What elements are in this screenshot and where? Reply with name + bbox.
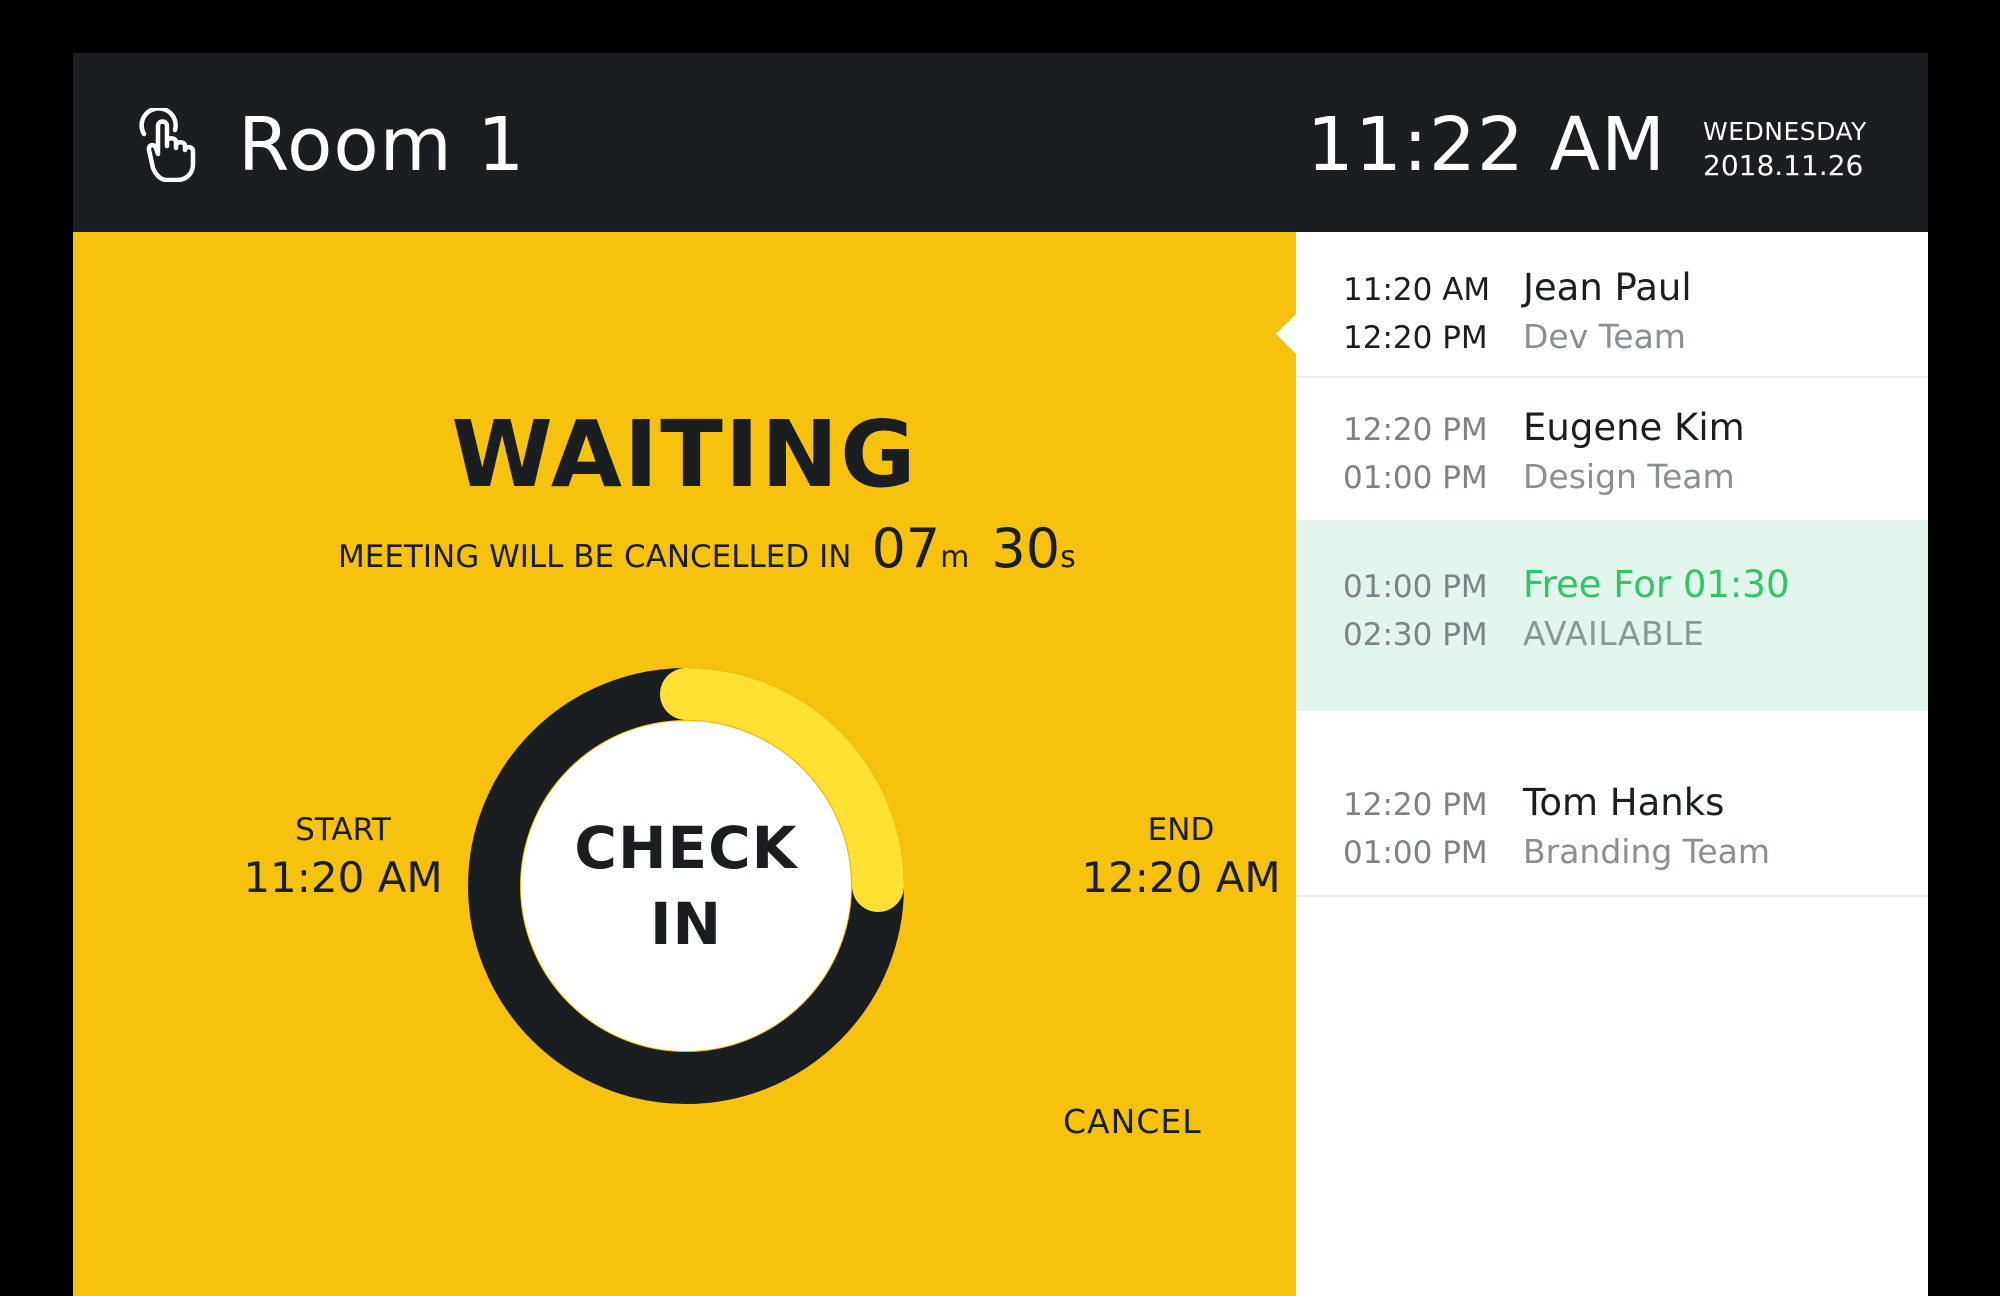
slot-free-duration: Free For 01:30 xyxy=(1523,563,1790,606)
slot-organizer: Tom Hanks xyxy=(1523,781,1725,824)
slot-end-time: 01:00 PM xyxy=(1343,835,1488,871)
room-title: Room 1 xyxy=(238,102,526,188)
cancel-button[interactable]: CANCEL xyxy=(1063,1102,1202,1142)
countdown-minutes: 07 xyxy=(871,517,941,580)
current-weekday: WEDNESDAY xyxy=(1703,117,1867,146)
end-time: 12:20 AM xyxy=(1081,853,1281,902)
schedule-item-eugene-kim[interactable]: 12:20 PM 01:00 PM Eugene Kim Design Team xyxy=(1296,378,1928,522)
countdown-minutes-unit: m xyxy=(940,540,970,575)
start-time: 11:20 AM xyxy=(243,853,443,902)
cancel-countdown: MEETING WILL BE CANCELLED IN 07m 30s xyxy=(338,517,1076,580)
touch-hand-icon xyxy=(139,108,196,182)
countdown-label: MEETING WILL BE CANCELLED IN xyxy=(338,539,852,575)
slot-start-time: 12:20 PM xyxy=(1343,787,1488,823)
schedule-list: 11:20 AM 12:20 PM Jean Paul Dev Team 12:… xyxy=(1296,232,1928,1296)
start-label: START xyxy=(295,812,391,848)
slot-team: Design Team xyxy=(1523,457,1735,496)
slot-end-time: 01:00 PM xyxy=(1343,460,1488,496)
countdown-seconds: 30 xyxy=(991,517,1061,580)
check-in-label: CHECK IN xyxy=(574,814,798,958)
slot-end-time: 02:30 PM xyxy=(1343,617,1488,653)
slot-organizer: Eugene Kim xyxy=(1523,406,1745,449)
status-title: WAITING xyxy=(451,401,918,508)
slot-start-time: 11:20 AM xyxy=(1343,272,1491,308)
slot-end-time: 12:20 PM xyxy=(1343,320,1488,356)
current-slot-pointer xyxy=(1276,312,1298,356)
slot-organizer: Jean Paul xyxy=(1523,266,1692,309)
schedule-item-jean-paul[interactable]: 11:20 AM 12:20 PM Jean Paul Dev Team xyxy=(1296,232,1928,378)
slot-available-label: AVAILABLE xyxy=(1523,614,1705,653)
current-time: 11:22 AM xyxy=(1306,102,1666,188)
end-label: END xyxy=(1147,812,1215,848)
check-in-button[interactable]: CHECK IN xyxy=(521,721,851,1051)
schedule-item-tom-hanks[interactable]: 12:20 PM 01:00 PM Tom Hanks Branding Tea… xyxy=(1296,711,1928,897)
slot-team: Dev Team xyxy=(1523,317,1686,356)
room-display-screen: Room 1 11:22 AM WEDNESDAY 2018.11.26 WAI… xyxy=(73,53,1928,1296)
schedule-item-available[interactable]: 01:00 PM 02:30 PM Free For 01:30 AVAILAB… xyxy=(1296,522,1928,711)
slot-start-time: 01:00 PM xyxy=(1343,569,1488,605)
slot-team: Branding Team xyxy=(1523,832,1771,871)
slot-start-time: 12:20 PM xyxy=(1343,412,1488,448)
meeting-status-panel: WAITING MEETING WILL BE CANCELLED IN 07m 3… xyxy=(73,232,1296,1296)
current-date: 2018.11.26 xyxy=(1703,149,1864,182)
countdown-seconds-unit: s xyxy=(1060,540,1076,575)
header-bar: Room 1 11:22 AM WEDNESDAY 2018.11.26 xyxy=(73,53,1928,232)
